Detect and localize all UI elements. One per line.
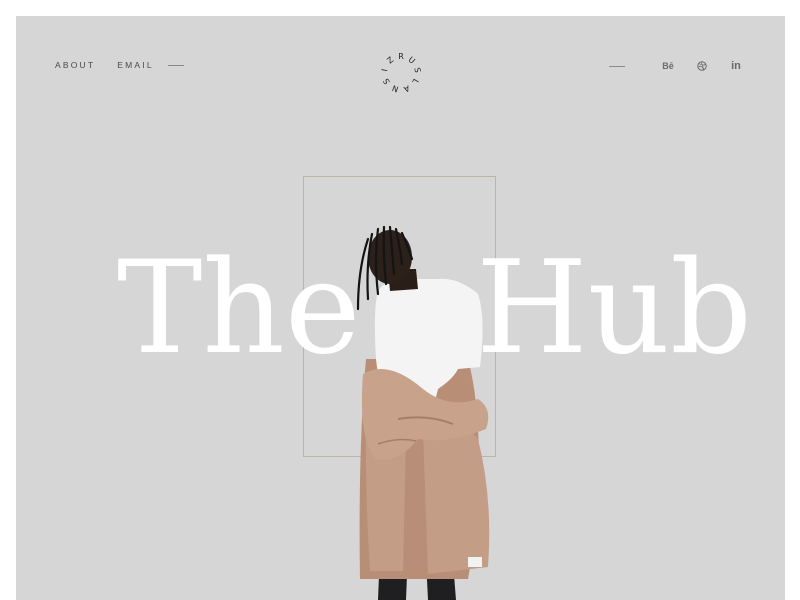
email-link[interactable]: EMAIL [117, 60, 154, 70]
hero-title-word-2: Hub [476, 234, 752, 383]
logo-letter: U [406, 55, 416, 66]
logo-letter: I [380, 68, 389, 72]
nav-divider [167, 64, 184, 66]
logo-letter: S [382, 77, 392, 86]
logo-letter: R [398, 52, 404, 61]
logo-circular-text[interactable]: R USLANSIZ [376, 48, 426, 98]
page: ABOUT EMAIL RUSLANSIZ Bē in The Hub [16, 16, 785, 600]
behance-icon[interactable]: Bē [661, 59, 675, 73]
logo-letter: L [410, 77, 420, 86]
social-divider [609, 65, 625, 67]
logo-letter: S [412, 67, 422, 74]
hero-title-word-1: The [117, 234, 361, 383]
model-figure-image [356, 225, 490, 600]
logo-letter: N [391, 83, 400, 94]
logo-letter: Z [385, 55, 395, 66]
social-nav: Bē in [609, 59, 743, 73]
primary-nav: ABOUT EMAIL [55, 60, 184, 70]
linkedin-icon[interactable]: in [729, 59, 743, 73]
dribbble-icon[interactable] [695, 59, 709, 73]
logo-letter: A [402, 83, 411, 94]
about-link[interactable]: ABOUT [55, 60, 95, 70]
